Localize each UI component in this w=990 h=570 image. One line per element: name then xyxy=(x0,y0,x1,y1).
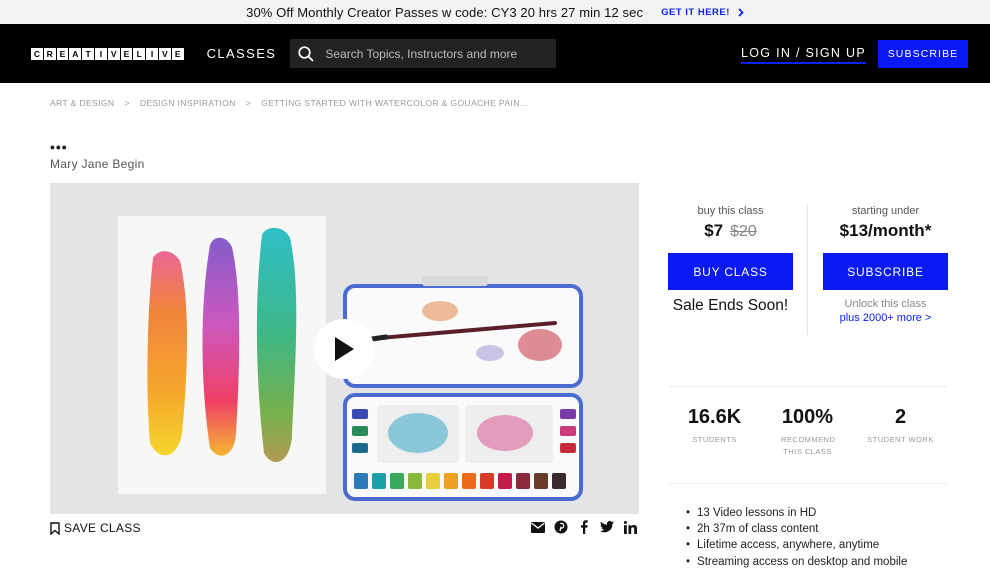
promo-cta-label: GET IT HERE! xyxy=(661,6,730,18)
subscribe-nav-button[interactable]: SUBSCRIBE xyxy=(878,40,968,68)
play-icon xyxy=(335,337,354,361)
separator xyxy=(668,386,948,387)
play-button[interactable] xyxy=(314,319,374,379)
logo-letter: V xyxy=(107,47,120,60)
buy-price: $7 $20 xyxy=(668,221,793,241)
breadcrumb: ART & DESIGN > DESIGN INSPIRATION > GETT… xyxy=(50,98,528,108)
breadcrumb-design-inspiration[interactable]: DESIGN INSPIRATION xyxy=(140,98,236,108)
logo-letter: A xyxy=(69,47,82,60)
search-icon xyxy=(298,45,314,62)
palette xyxy=(343,276,583,501)
save-class-label: SAVE CLASS xyxy=(64,521,141,535)
stat-recommend: 100% RECOMMEND THIS CLASS xyxy=(761,406,854,458)
column-divider xyxy=(807,205,808,335)
stat-caption: RECOMMEND THIS CLASS xyxy=(781,435,836,456)
logo-letter: C xyxy=(31,47,43,60)
video-player[interactable] xyxy=(50,183,639,514)
original-price: $20 xyxy=(730,223,757,240)
stat-student-work[interactable]: 2 STUDENT WORK xyxy=(854,406,947,458)
subscribe-button[interactable]: SUBSCRIBE xyxy=(823,253,948,290)
course-title-placeholder: ••• xyxy=(50,139,68,155)
buy-label: buy this class xyxy=(697,205,764,217)
login-signup-link[interactable]: LOG IN / SIGN UP xyxy=(741,46,866,64)
bookmark-icon xyxy=(50,521,60,535)
subscribe-label: starting under xyxy=(851,205,920,217)
pinterest-icon[interactable] xyxy=(554,520,568,534)
more-classes-link[interactable]: plus 2000+ more > xyxy=(823,312,948,324)
promo-bar: 30% Off Monthly Creator Passes w code: C… xyxy=(0,0,990,24)
feature-list: 13 Video lessons in HD 2h 37m of class c… xyxy=(686,505,907,570)
top-nav: C R E A T I V E L I V E CLASSES LOG IN /… xyxy=(0,24,990,83)
linkedin-icon[interactable] xyxy=(623,520,637,534)
breadcrumb-separator: > xyxy=(245,98,252,108)
subscribe-column: starting under $13/month* SUBSCRIBE Unlo… xyxy=(823,205,948,324)
facebook-icon[interactable] xyxy=(577,520,591,534)
logo-letter: V xyxy=(158,47,171,60)
stat-caption: STUDENTS xyxy=(692,435,737,444)
breadcrumb-separator: > xyxy=(124,98,130,108)
list-item: 2h 37m of class content xyxy=(686,521,907,537)
search-input[interactable] xyxy=(325,46,546,61)
email-icon[interactable] xyxy=(531,520,545,534)
sale-price: $7 xyxy=(704,221,724,240)
buy-class-button[interactable]: BUY CLASS xyxy=(668,253,793,290)
instructor-name[interactable]: Mary Jane Begin xyxy=(50,157,145,171)
stat-value: 2 xyxy=(894,406,907,428)
breadcrumb-current: GETTING STARTED WITH WATERCOLOR & GOUACH… xyxy=(261,98,529,108)
separator xyxy=(668,483,948,484)
stat-value: 16.6K xyxy=(687,406,742,428)
stat-students: 16.6K STUDENTS xyxy=(668,406,761,458)
classes-menu[interactable]: CLASSES xyxy=(207,46,277,61)
stat-value: 100% xyxy=(781,406,834,428)
logo-letter: E xyxy=(120,47,133,60)
list-item: 13 Video lessons in HD xyxy=(686,505,907,521)
logo-letter: T xyxy=(82,47,94,60)
share-icons xyxy=(531,520,637,534)
promo-text: 30% Off Monthly Creator Passes w code: C… xyxy=(246,4,644,20)
search-box[interactable] xyxy=(290,39,557,68)
stat-caption: STUDENT WORK xyxy=(867,435,934,444)
list-item: Lifetime access, anywhere, anytime xyxy=(686,537,907,553)
list-item: Streaming access on desktop and mobile xyxy=(686,554,907,570)
breadcrumb-art-design[interactable]: ART & DESIGN xyxy=(50,98,114,108)
unlock-text: Unlock this class xyxy=(844,298,927,310)
logo-letter: E xyxy=(56,47,69,60)
subscribe-price: $13/month* xyxy=(839,221,932,240)
logo-letter: L xyxy=(133,47,146,60)
promo-cta-link[interactable]: GET IT HERE! xyxy=(661,7,744,18)
sale-ends-text: Sale Ends Soon! xyxy=(672,297,789,314)
logo-letter: R xyxy=(43,47,56,60)
logo-letter: I xyxy=(146,47,158,60)
course-stats: 16.6K STUDENTS 100% RECOMMEND THIS CLASS… xyxy=(668,406,948,458)
save-class-button[interactable]: SAVE CLASS xyxy=(50,521,141,535)
logo-letter: E xyxy=(171,47,184,60)
logo-letter: I xyxy=(94,47,107,60)
creativelive-logo[interactable]: C R E A T I V E L I V E xyxy=(31,47,184,60)
twitter-icon[interactable] xyxy=(600,520,614,534)
buy-column: buy this class $7 $20 BUY CLASS Sale Ends… xyxy=(668,205,793,315)
chevron-right-icon xyxy=(738,7,744,17)
